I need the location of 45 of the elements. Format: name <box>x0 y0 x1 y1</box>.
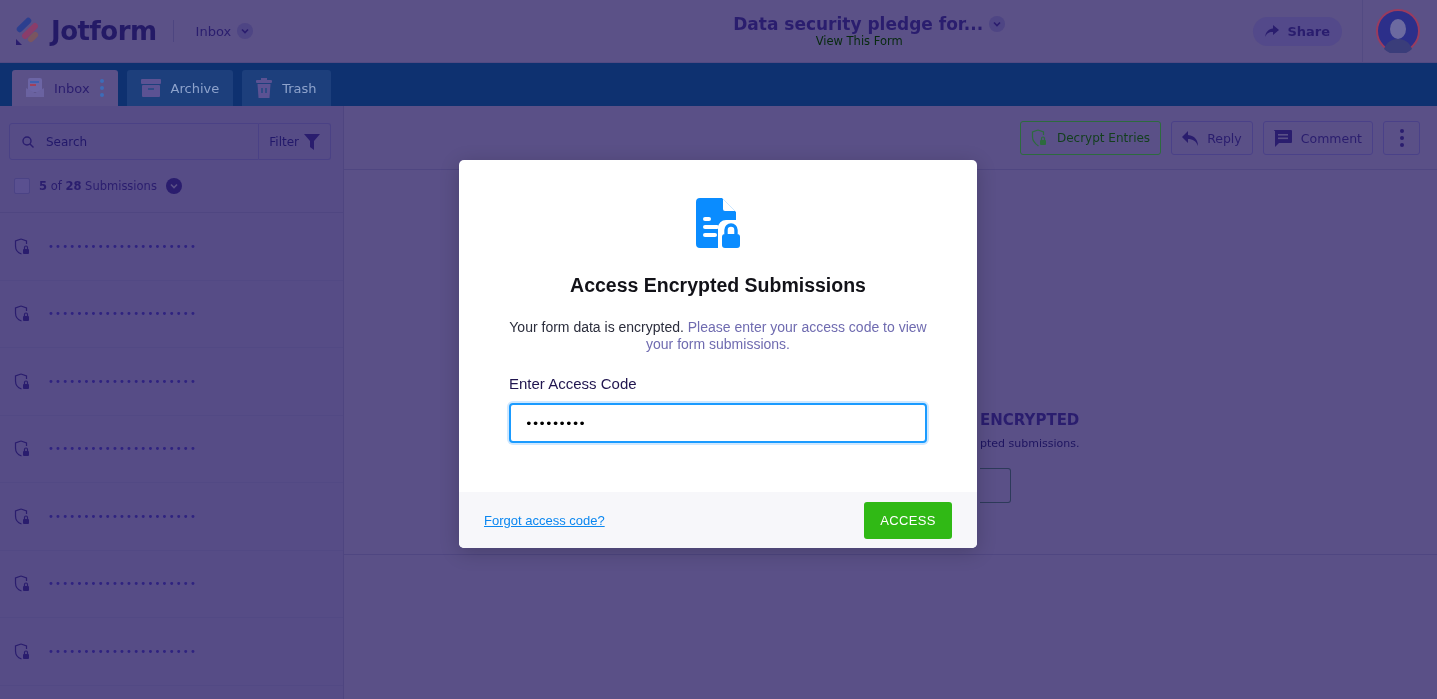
tab[interactable]: Trash <box>242 70 331 106</box>
masked-submission[interactable]: ••••••••••••••••••••• <box>48 308 198 320</box>
forgot-code-link[interactable]: Forgot access code? <box>484 512 605 528</box>
masked-submission[interactable]: ••••••••••••••••••••• <box>48 375 198 387</box>
shield-lock-icon <box>14 305 31 323</box>
tab-menu-icon[interactable] <box>99 79 104 97</box>
filter-icon <box>304 133 320 150</box>
shield-lock-icon <box>1030 129 1048 147</box>
avatar-icon[interactable] <box>1376 9 1420 53</box>
dialog-title: Access Encrypted Submissions <box>570 274 866 297</box>
archive-icon <box>140 79 161 97</box>
masked-submission[interactable]: ••••••••••••••••••••• <box>48 510 198 522</box>
outline-button[interactable] <box>980 468 1011 503</box>
decrypt-button[interactable]: Decrypt Entries <box>1019 121 1162 155</box>
shield-lock-icon <box>14 575 31 593</box>
inbox-icon <box>26 78 44 98</box>
masked-submission[interactable]: ••••••••••••••••••••• <box>48 443 198 455</box>
dialog-message: Your form data is encrypted. Please enter your access code to view your form submissions. <box>508 319 928 353</box>
document-lock-icon <box>696 198 740 248</box>
shield-lock-icon <box>14 642 31 660</box>
more-icon[interactable] <box>1399 129 1404 147</box>
access-code-field[interactable]: ••••••••• <box>509 403 927 443</box>
masked-submission[interactable]: ••••••••••••••••••••• <box>48 645 198 657</box>
logo-text: Jotform <box>51 16 157 46</box>
share-icon <box>1265 25 1280 37</box>
dropdown-chevron-icon[interactable] <box>237 23 254 39</box>
search-icon <box>22 135 34 148</box>
masked-submission[interactable]: ••••••••••••••••••••• <box>48 578 198 590</box>
dropdown-chevron-icon[interactable] <box>989 16 1006 32</box>
tab[interactable]: Archive <box>126 70 234 106</box>
empty-state-text: pted submissions. <box>980 437 1081 450</box>
reply-icon <box>1182 130 1199 146</box>
shield-lock-icon <box>14 507 31 525</box>
shield-lock-icon <box>14 440 31 458</box>
logo-icon <box>15 17 41 45</box>
trash-icon <box>256 78 273 98</box>
masked-submission[interactable]: ••••••••••••••••••••• <box>48 240 198 252</box>
access-button[interactable]: ACCESS <box>864 501 952 539</box>
shield-lock-icon <box>14 237 31 255</box>
dropdown-chevron-icon[interactable] <box>165 178 182 194</box>
field-label: Enter Access Code <box>509 375 637 392</box>
view-form-link[interactable]: View This Form <box>815 34 903 48</box>
more-button[interactable] <box>1383 121 1420 155</box>
comment-icon <box>1273 129 1292 147</box>
shield-lock-icon <box>14 372 31 390</box>
